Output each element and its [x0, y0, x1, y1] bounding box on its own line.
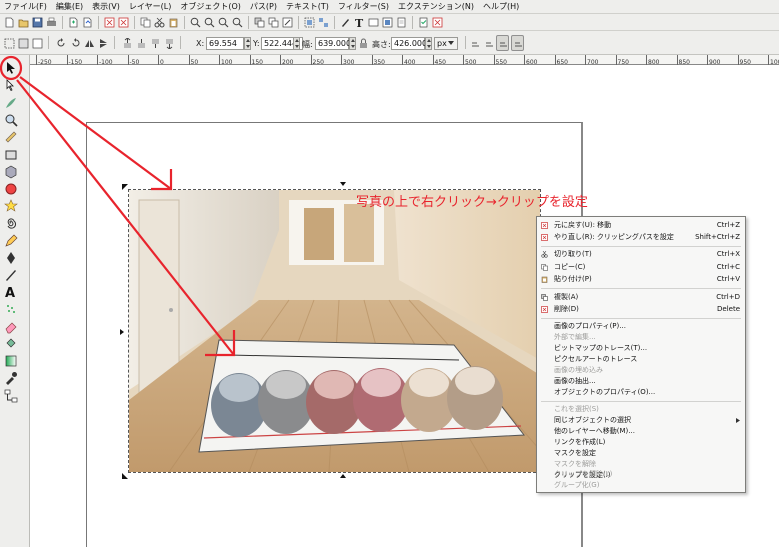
handle-top-left[interactable]	[122, 184, 128, 190]
menu-item-object-properties[interactable]: オブジェクトのプロパティ(O)...	[537, 387, 745, 398]
handle-bottom-left[interactable]	[122, 473, 128, 479]
red-arrows	[16, 76, 236, 357]
menu-item-embed-image: 画像の埋め込み	[537, 365, 745, 376]
menu-item-label: 画像の抽出...	[554, 377, 596, 385]
menu-item-label: オブジェクトのプロパティ(O)...	[554, 388, 656, 396]
menu-item-cut[interactable]: 切り取り(T) Ctrl+X	[537, 249, 745, 260]
menu-item-shortcut: Ctrl+C	[716, 263, 740, 271]
menu-item-shortcut: Delete	[717, 305, 740, 313]
menu-item-select-same[interactable]: 同じオブジェクトの選択	[537, 415, 745, 426]
menu-item-label: コピー(C)	[554, 263, 586, 271]
menu-item-label: これを選択(S)	[554, 405, 599, 413]
menu-separator	[541, 288, 741, 289]
menu-item-label: 削除(D)	[554, 305, 579, 313]
menu-item-label: やり直し(R): クリッピングパスを設定	[554, 233, 674, 241]
menu-item-select-this: これを選択(S)	[537, 404, 745, 415]
redo-icon	[541, 234, 548, 241]
menu-item-label: 同じオブジェクトの選択	[554, 416, 631, 424]
duplicate-icon	[541, 294, 548, 301]
menu-item-label: クリップを解除(L)	[554, 470, 613, 478]
menu-item-move-to-layer[interactable]: 他のレイヤーへ移動(M)...	[537, 426, 745, 437]
menu-item-create-link[interactable]: リンクを作成(L)	[537, 437, 745, 448]
menu-separator	[541, 246, 741, 247]
menu-item-label: 切り取り(T)	[554, 250, 592, 258]
paste-icon	[541, 276, 548, 283]
menu-item-trace-bitmap[interactable]: ビットマップのトレース(T)...	[537, 343, 745, 354]
menu-item-trace-pixel-art[interactable]: ピクセルアートのトレース	[537, 354, 745, 365]
menu-item-label: マスクを設定	[554, 449, 596, 457]
menu-item-shortcut: Ctrl+Z	[716, 221, 740, 229]
menu-item-undo[interactable]: 元に戻す(U): 移動 Ctrl+Z	[537, 220, 745, 231]
menu-item-label: 貼り付け(P)	[554, 275, 592, 283]
handle-bottom[interactable]	[340, 474, 346, 478]
menu-separator	[541, 401, 741, 402]
menu-item-redo[interactable]: やり直し(R): クリッピングパスを設定 Shift+Ctrl+Z	[537, 232, 745, 243]
menu-item-shortcut: Ctrl+D	[716, 293, 740, 301]
menu-item-label: 他のレイヤーへ移動(M)...	[554, 427, 635, 435]
menu-item-label: 複製(A)	[554, 293, 579, 301]
copy-icon	[541, 264, 548, 271]
context-menu: 元に戻す(U): 移動 Ctrl+Z やり直し(R): クリッピングパスを設定 …	[536, 216, 746, 493]
menu-item-delete[interactable]: 削除(D) Delete	[537, 304, 745, 315]
menu-item-label: リンクを作成(L)	[554, 438, 606, 446]
highlight-circle	[0, 55, 23, 81]
arrow-to-slippers	[16, 79, 235, 356]
menu-item-extract-image[interactable]: 画像の抽出...	[537, 376, 745, 387]
menu-item-external-edit: 外部で編集...	[537, 332, 745, 343]
menu-item-image-properties[interactable]: 画像のプロパティ(P)...	[537, 321, 745, 332]
menu-item-label: ビットマップのトレース(T)...	[554, 344, 648, 352]
undo-icon	[541, 222, 548, 229]
menu-item-label: 外部で編集...	[554, 333, 596, 341]
menu-item-release-clip: クリップを解除(L)	[537, 469, 745, 480]
menu-item-paste[interactable]: 貼り付け(P) Ctrl+V	[537, 274, 745, 285]
menu-separator	[541, 318, 741, 319]
menu-item-duplicate[interactable]: 複製(A) Ctrl+D	[537, 292, 745, 303]
menu-item-shortcut: Ctrl+V	[716, 275, 740, 283]
handle-left[interactable]	[120, 329, 124, 335]
menu-item-label: 画像のプロパティ(P)...	[554, 322, 626, 330]
menu-item-set-mask[interactable]: マスクを設定	[537, 448, 745, 459]
menu-item-label: 元に戻す(U): 移動	[554, 221, 612, 229]
menu-item-group: グループ化(G)	[537, 480, 745, 491]
cut-icon	[541, 251, 548, 258]
delete-icon	[541, 306, 548, 313]
menu-item-shortcut: Ctrl+X	[716, 250, 740, 258]
menu-item-label: グループ化(G)	[554, 481, 600, 489]
menu-item-copy[interactable]: コピー(C) Ctrl+C	[537, 262, 745, 273]
instruction-annotation: 写真の上で右クリック→クリップを設定	[356, 195, 588, 210]
menu-item-shortcut: Shift+Ctrl+Z	[695, 233, 740, 241]
submenu-arrow-icon	[736, 418, 740, 423]
menu-item-label: 画像の埋め込み	[554, 366, 603, 374]
arrow-to-photo	[19, 76, 172, 190]
menu-item-label: ピクセルアートのトレース	[554, 355, 638, 363]
handle-top[interactable]	[340, 182, 346, 186]
